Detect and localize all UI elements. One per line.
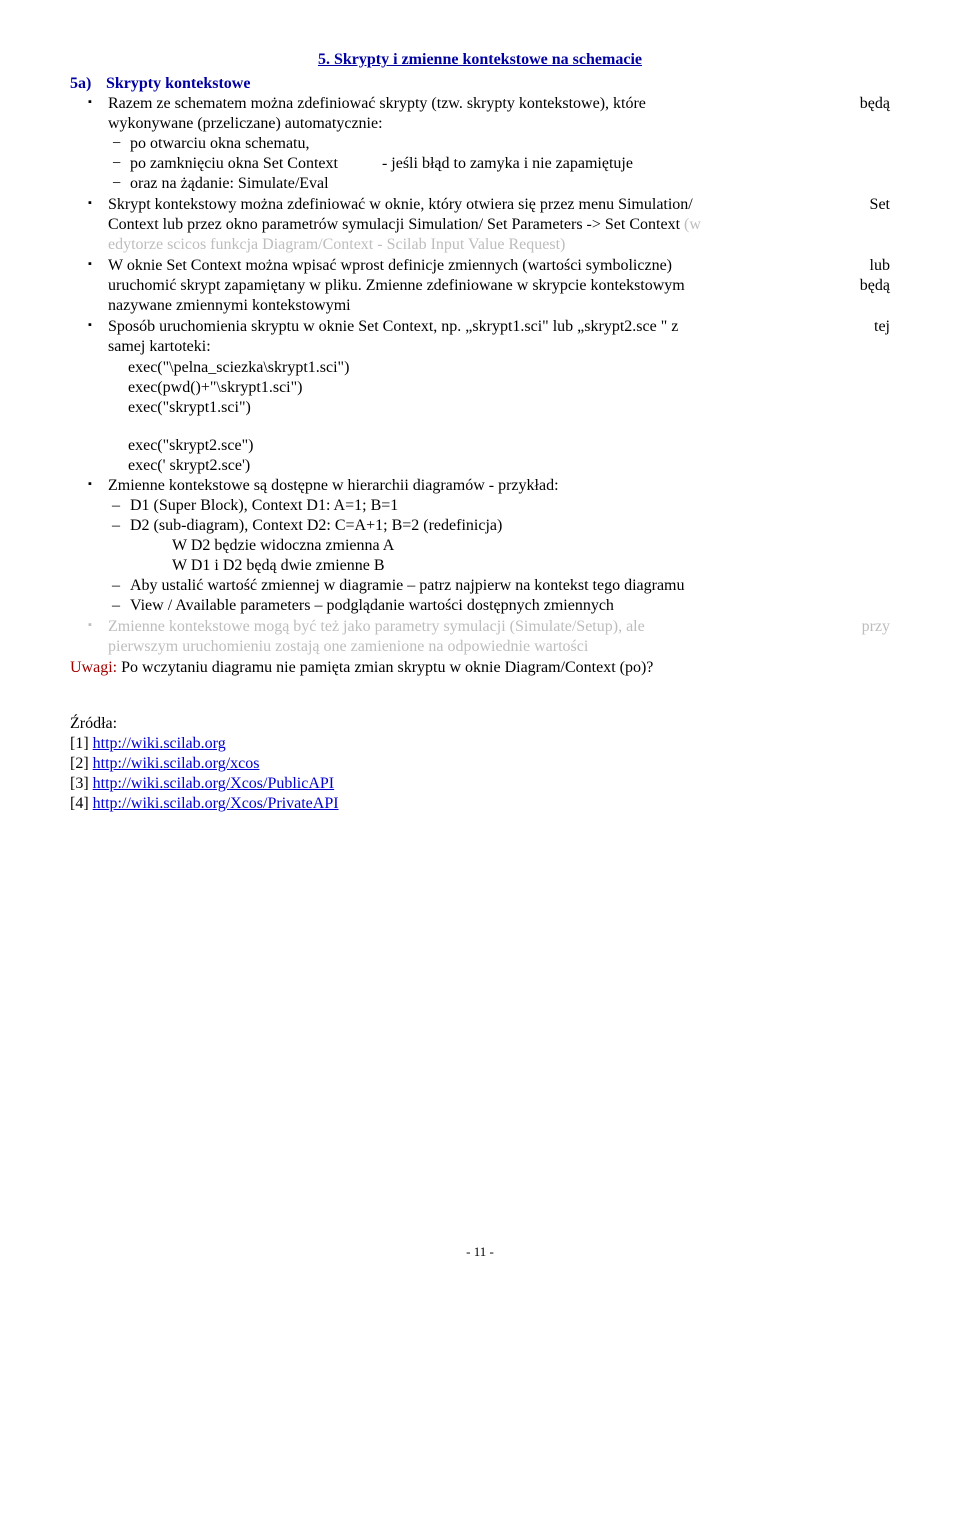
text: W D1 i D2 będą dwie zmienne B [130, 556, 890, 576]
source-line: [4] http://wiki.scilab.org/Xcos/PrivateA… [70, 794, 890, 814]
note-text: Po wczytaniu diagramu nie pamięta zmian … [117, 659, 653, 676]
list-item-muted: Zmienne kontekstowe mogą być też jako pa… [70, 617, 890, 657]
text: wykonywane (przeliczane) automatycznie: [108, 115, 383, 132]
list-item: D1 (Super Block), Context D1: A=1; B=1 [108, 496, 890, 516]
spacer [70, 418, 890, 436]
page-number: - 11 - [70, 1244, 890, 1260]
bullet-list: Razem ze schematem można zdefiniować skr… [70, 94, 890, 357]
text: pierwszym uruchomieniu zostają one zamie… [108, 638, 588, 655]
text: lub [870, 256, 890, 276]
muted-text: (w [684, 216, 701, 233]
text: Set [870, 195, 890, 215]
list-item: Sposób uruchomienia skryptu w oknie Set … [70, 317, 890, 357]
src-prefix: [2] [70, 755, 93, 772]
list-item: W oknie Set Context można wpisać wprost … [70, 256, 890, 316]
code-line: exec("skrypt1.sci") [70, 398, 890, 418]
source-line: [1] http://wiki.scilab.org [70, 734, 890, 754]
list-item: View / Available parameters – podglądani… [108, 596, 890, 616]
subsection-5a-header: 5a) Skrypty kontekstowe [70, 74, 890, 94]
bullet-list: Zmienne kontekstowe są dostępne w hierar… [70, 476, 890, 657]
code-line: exec("skrypt2.sce") [70, 436, 890, 456]
src-prefix: [1] [70, 735, 93, 752]
text: D2 (sub-diagram), Context D2: C=A+1; B=2… [130, 517, 502, 534]
src-prefix: [3] [70, 775, 93, 792]
text: uruchomić skrypt zapamiętany w pliku. Zm… [108, 276, 685, 296]
list-item: Aby ustalić wartość zmiennej w diagramie… [108, 576, 890, 596]
dash-list: po otwarciu okna schematu, po zamknięciu… [108, 134, 890, 194]
link-xcos[interactable]: http://wiki.scilab.org/xcos [93, 755, 260, 772]
note-line: Uwagi: Po wczytaniu diagramu nie pamięta… [70, 658, 890, 678]
list-item: oraz na żądanie: Simulate/Eval [108, 174, 890, 194]
text: samej kartoteki: [108, 338, 211, 355]
code-line: exec("\pelna_sciezka\skrypt1.sci") [70, 358, 890, 378]
code-line: exec(pwd()+"\skrypt1.sci") [70, 378, 890, 398]
muted-text: edytorze scicos funkcja Diagram/Context … [108, 236, 565, 253]
text: po zamknięciu okna Set Context [130, 155, 338, 172]
dash-list: D1 (Super Block), Context D1: A=1; B=1 D… [108, 496, 890, 616]
text: Skrypt kontekstowy można zdefiniować w o… [108, 195, 693, 215]
link-privateapi[interactable]: http://wiki.scilab.org/Xcos/PrivateAPI [93, 795, 339, 812]
text: Sposób uruchomienia skryptu w oknie Set … [108, 317, 678, 337]
text: tej [874, 317, 890, 337]
text: Zmienne kontekstowe są dostępne w hierar… [108, 477, 559, 494]
source-line: [3] http://wiki.scilab.org/Xcos/PublicAP… [70, 774, 890, 794]
code-line: exec(' skrypt2.sce') [70, 456, 890, 476]
list-item: Razem ze schematem można zdefiniować skr… [70, 94, 890, 194]
list-item: Skrypt kontekstowy można zdefiniować w o… [70, 195, 890, 255]
list-item: D2 (sub-diagram), Context D2: C=A+1; B=2… [108, 516, 890, 576]
text: Razem ze schematem można zdefiniować skr… [108, 94, 646, 114]
sources-heading: Źródła: [70, 714, 890, 734]
list-item: Zmienne kontekstowe są dostępne w hierar… [70, 476, 890, 616]
link-publicapi[interactable]: http://wiki.scilab.org/Xcos/PublicAPI [93, 775, 334, 792]
text: nazywane zmiennymi kontekstowymi [108, 297, 351, 314]
spacer [70, 678, 890, 714]
subsection-title: Skrypty kontekstowe [106, 74, 250, 94]
text: - jeśli błąd to zamyka i nie zapamiętuje [382, 155, 633, 172]
subsection-number: 5a) [70, 74, 106, 94]
list-item: po zamknięciu okna Set Context - jeśli b… [108, 154, 890, 174]
text: przy [862, 617, 890, 637]
link-wiki[interactable]: http://wiki.scilab.org [93, 735, 226, 752]
src-prefix: [4] [70, 795, 93, 812]
section-title: 5. Skrypty i zmienne kontekstowe na sche… [70, 50, 890, 70]
text: będą [860, 94, 890, 114]
text: W oknie Set Context można wpisać wprost … [108, 256, 672, 276]
text: Context lub przez okno parametrów symula… [108, 216, 684, 233]
source-line: [2] http://wiki.scilab.org/xcos [70, 754, 890, 774]
note-label: Uwagi: [70, 659, 117, 676]
text: Zmienne kontekstowe mogą być też jako pa… [108, 617, 645, 637]
list-item: po otwarciu okna schematu, [108, 134, 890, 154]
text: będą [860, 276, 890, 296]
text: W D2 będzie widoczna zmienna A [130, 536, 890, 556]
